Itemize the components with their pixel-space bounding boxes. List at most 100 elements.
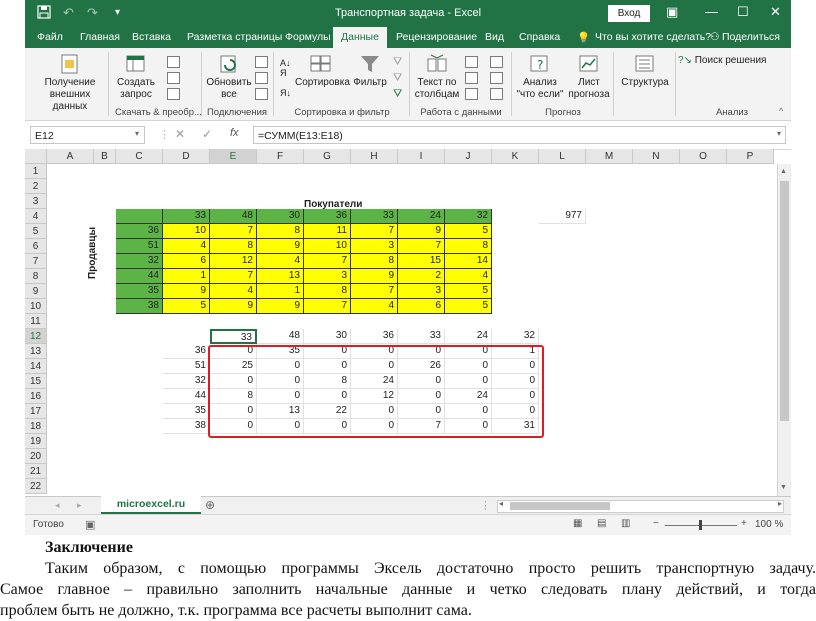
sheet-tab-active[interactable]: microexcel.ru bbox=[101, 496, 201, 514]
cost-cell[interactable]: 5 bbox=[445, 284, 492, 299]
result-demand-cell[interactable]: 33 bbox=[398, 329, 445, 344]
formula-input[interactable]: =СУММ(E13:E18) bbox=[253, 126, 786, 144]
result-demand-cell[interactable]: 24 bbox=[445, 329, 492, 344]
connections-icon[interactable] bbox=[255, 56, 268, 68]
solver-button[interactable]: ?↘ Поиск решения bbox=[678, 55, 768, 67]
column-header-g[interactable]: G bbox=[304, 149, 351, 164]
zoom-level[interactable]: 100 % bbox=[755, 519, 783, 530]
row-header-6[interactable]: 6 bbox=[25, 239, 47, 254]
clear-filter-icon[interactable]: ⛛ bbox=[393, 56, 402, 69]
cost-cell[interactable]: 6 bbox=[398, 299, 445, 314]
demand-cell[interactable]: 24 bbox=[398, 209, 445, 224]
cost-cell[interactable]: 2 bbox=[398, 269, 445, 284]
result-demand-cell[interactable]: 32 bbox=[492, 329, 539, 344]
sort-az-icon[interactable]: A↓ Я bbox=[280, 58, 291, 78]
cost-cell[interactable]: 7 bbox=[210, 269, 257, 284]
tab-review[interactable]: Рецензирование bbox=[396, 31, 477, 43]
result-supply-cell[interactable]: 51 bbox=[163, 359, 210, 374]
column-header-f[interactable]: F bbox=[257, 149, 304, 164]
horizontal-scrollbar[interactable]: ◂ ▸ bbox=[497, 499, 784, 513]
supply-cell[interactable]: 38 bbox=[116, 299, 163, 314]
cost-cell[interactable]: 7 bbox=[304, 254, 351, 269]
cost-cell[interactable]: 4 bbox=[351, 299, 398, 314]
scroll-down-icon[interactable]: ▼ bbox=[780, 484, 787, 491]
prev-sheet-icon[interactable]: ◂ bbox=[55, 500, 60, 511]
show-queries-icon[interactable] bbox=[167, 56, 180, 68]
get-data-button[interactable]: Получение внешних данных bbox=[40, 53, 100, 113]
minimize-icon[interactable]: — bbox=[705, 4, 718, 19]
create-query-button[interactable]: Создать запрос bbox=[115, 53, 157, 101]
demand-cell[interactable]: 30 bbox=[257, 209, 304, 224]
cost-cell[interactable]: 8 bbox=[210, 239, 257, 254]
row-header-18[interactable]: 18 bbox=[25, 419, 47, 434]
column-header-i[interactable]: I bbox=[398, 149, 445, 164]
cost-cell[interactable]: 15 bbox=[398, 254, 445, 269]
cost-cell[interactable]: 7 bbox=[304, 299, 351, 314]
cost-cell[interactable]: 9 bbox=[257, 239, 304, 254]
close-icon[interactable]: ✕ bbox=[770, 4, 781, 20]
cost-cell[interactable]: 1 bbox=[163, 269, 210, 284]
cost-cell[interactable]: 7 bbox=[351, 224, 398, 239]
tab-page-layout[interactable]: Разметка страницы bbox=[187, 31, 282, 43]
cost-cell[interactable]: 14 bbox=[445, 254, 492, 269]
enter-icon[interactable]: ✓ bbox=[202, 127, 212, 141]
result-demand-cell[interactable]: 36 bbox=[351, 329, 398, 344]
cost-cell[interactable]: 8 bbox=[351, 254, 398, 269]
cost-cell[interactable]: 7 bbox=[210, 224, 257, 239]
supply-cell[interactable]: 36 bbox=[116, 224, 163, 239]
column-header-l[interactable]: L bbox=[539, 149, 586, 164]
column-header-c[interactable]: C bbox=[116, 149, 163, 164]
cost-cell[interactable]: 8 bbox=[445, 239, 492, 254]
row-header-20[interactable]: 20 bbox=[25, 449, 47, 464]
maximize-icon[interactable]: ☐ bbox=[737, 4, 749, 20]
tab-formulas[interactable]: Формулы bbox=[285, 31, 331, 43]
name-box[interactable]: E12 bbox=[30, 126, 145, 144]
cost-cell[interactable]: 5 bbox=[445, 299, 492, 314]
edit-links-icon[interactable] bbox=[255, 88, 268, 100]
relationships-icon[interactable] bbox=[490, 72, 503, 84]
share-button[interactable]: Поделиться bbox=[722, 31, 780, 43]
zoom-in-icon[interactable]: + bbox=[741, 518, 747, 529]
expand-formula-icon[interactable]: ▾ bbox=[777, 129, 781, 138]
cost-cell[interactable]: 6 bbox=[163, 254, 210, 269]
cost-cell[interactable]: 1 bbox=[257, 284, 304, 299]
properties-icon[interactable] bbox=[255, 72, 268, 84]
demand-cell[interactable]: 36 bbox=[304, 209, 351, 224]
result-supply-cell[interactable]: 38 bbox=[163, 419, 210, 434]
column-header-a[interactable]: A bbox=[47, 149, 94, 164]
row-header-2[interactable]: 2 bbox=[25, 179, 47, 194]
cost-cell[interactable]: 9 bbox=[257, 299, 304, 314]
data-validation-icon[interactable] bbox=[465, 88, 478, 100]
hscroll-thumb[interactable] bbox=[510, 502, 610, 510]
cost-cell[interactable]: 8 bbox=[304, 284, 351, 299]
next-sheet-icon[interactable]: ▸ bbox=[77, 500, 82, 511]
column-header-p[interactable]: P bbox=[727, 149, 774, 164]
zoom-slider-thumb[interactable] bbox=[699, 520, 702, 530]
row-header-13[interactable]: 13 bbox=[25, 344, 47, 359]
cost-cell[interactable]: 10 bbox=[304, 239, 351, 254]
flash-fill-icon[interactable] bbox=[465, 56, 478, 68]
column-header-b[interactable]: B bbox=[94, 149, 116, 164]
forecast-sheet-button[interactable]: Лист прогноза bbox=[567, 53, 611, 101]
cost-cell[interactable]: 5 bbox=[163, 299, 210, 314]
row-header-16[interactable]: 16 bbox=[25, 389, 47, 404]
row-header-22[interactable]: 22 bbox=[25, 479, 47, 494]
outline-button[interactable]: Структура bbox=[617, 53, 673, 89]
page-break-view-icon[interactable]: ▥ bbox=[621, 518, 630, 529]
supply-cell[interactable]: 51 bbox=[116, 239, 163, 254]
row-header-5[interactable]: 5 bbox=[25, 224, 47, 239]
tab-data[interactable]: Данные bbox=[333, 27, 387, 48]
cell-c4[interactable] bbox=[116, 209, 163, 224]
scroll-up-icon[interactable]: ▲ bbox=[780, 168, 787, 175]
row-header-14[interactable]: 14 bbox=[25, 359, 47, 374]
cost-cell[interactable]: 12 bbox=[210, 254, 257, 269]
column-header-e[interactable]: E bbox=[210, 149, 257, 164]
name-box-dropdown-icon[interactable]: ▾ bbox=[135, 129, 139, 138]
row-header-11[interactable]: 11 bbox=[25, 314, 47, 329]
cost-cell[interactable]: 9 bbox=[398, 224, 445, 239]
what-if-button[interactable]: ? Анализ "что если" bbox=[515, 53, 565, 101]
add-sheet-icon[interactable]: ⊕ bbox=[205, 498, 215, 512]
cost-cell[interactable]: 3 bbox=[398, 284, 445, 299]
result-supply-cell[interactable]: 44 bbox=[163, 389, 210, 404]
result-demand-cell[interactable]: 48 bbox=[257, 329, 304, 344]
